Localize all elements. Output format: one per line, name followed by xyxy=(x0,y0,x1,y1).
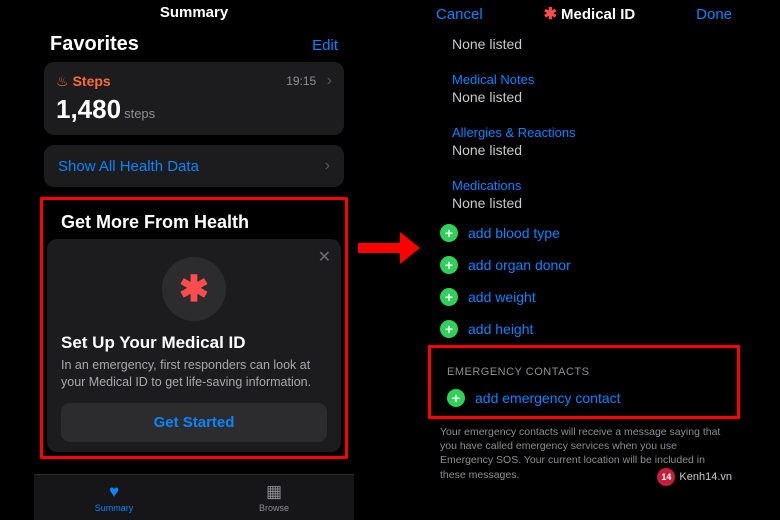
favorites-heading: Favorites xyxy=(50,33,139,56)
add-blood-type-button[interactable]: + add blood type xyxy=(424,217,744,249)
emergency-contacts-header: EMERGENCY CONTACTS xyxy=(431,350,737,382)
steps-time: 19:15 xyxy=(286,74,316,88)
plus-icon: + xyxy=(447,389,465,407)
done-button[interactable]: Done xyxy=(696,6,732,23)
field-value: None listed xyxy=(452,36,728,52)
watermark: 14 Kenh14.vn xyxy=(657,468,732,486)
watermark-badge: 14 xyxy=(657,468,675,486)
edit-button[interactable]: Edit xyxy=(312,37,338,54)
plus-icon: + xyxy=(440,224,458,242)
show-all-health-button[interactable]: Show All Health Data › xyxy=(44,145,344,187)
grid-icon: ▦ xyxy=(266,482,282,502)
field-label-medications: Medications xyxy=(452,178,728,193)
arrow-annotation xyxy=(358,232,420,264)
field-value[interactable]: None listed xyxy=(452,195,728,211)
field-label-medical-notes: Medical Notes xyxy=(452,72,728,87)
tab-summary[interactable]: ♥ Summary xyxy=(34,475,194,520)
plus-icon: + xyxy=(440,256,458,274)
flame-icon: ♨ xyxy=(56,73,69,90)
highlight-annotation: Get More From Health ✕ ✱ Set Up Your Med… xyxy=(40,197,348,459)
plus-icon: + xyxy=(440,288,458,306)
add-weight-button[interactable]: + add weight xyxy=(424,281,744,313)
steps-label: Steps xyxy=(73,73,111,89)
chevron-right-icon: › xyxy=(325,157,330,175)
medical-card-description: In an emergency, first responders can lo… xyxy=(61,357,327,391)
highlight-annotation: EMERGENCY CONTACTS + add emergency conta… xyxy=(428,345,740,419)
plus-icon: + xyxy=(440,320,458,338)
add-height-button[interactable]: + add height xyxy=(424,313,744,345)
medical-asterisk-icon: ✱ xyxy=(544,4,557,24)
tab-bar: ♥ Summary ▦ Browse xyxy=(34,474,354,520)
field-value[interactable]: None listed xyxy=(452,89,728,105)
steps-card[interactable]: ♨ Steps 19:15 › 1,480steps xyxy=(44,62,344,135)
get-more-heading: Get More From Health xyxy=(47,204,341,239)
close-icon[interactable]: ✕ xyxy=(318,247,331,267)
cancel-button[interactable]: Cancel xyxy=(436,6,483,23)
medical-id-card: ✕ ✱ Set Up Your Medical ID In an emergen… xyxy=(47,239,341,452)
medical-card-title: Set Up Your Medical ID xyxy=(61,333,327,353)
steps-count: 1,480steps xyxy=(56,94,332,125)
page-title: Summary xyxy=(34,0,354,31)
page-title: ✱ Medical ID xyxy=(544,4,636,24)
medical-asterisk-icon: ✱ xyxy=(162,257,226,321)
chevron-right-icon: › xyxy=(327,72,332,89)
add-emergency-contact-button[interactable]: + add emergency contact xyxy=(431,382,737,414)
add-organ-donor-button[interactable]: + add organ donor xyxy=(424,249,744,281)
field-label-allergies: Allergies & Reactions xyxy=(452,125,728,140)
tab-browse[interactable]: ▦ Browse xyxy=(194,475,354,520)
heart-icon: ♥ xyxy=(109,482,119,502)
get-started-button[interactable]: Get Started xyxy=(61,403,327,442)
field-value[interactable]: None listed xyxy=(452,142,728,158)
